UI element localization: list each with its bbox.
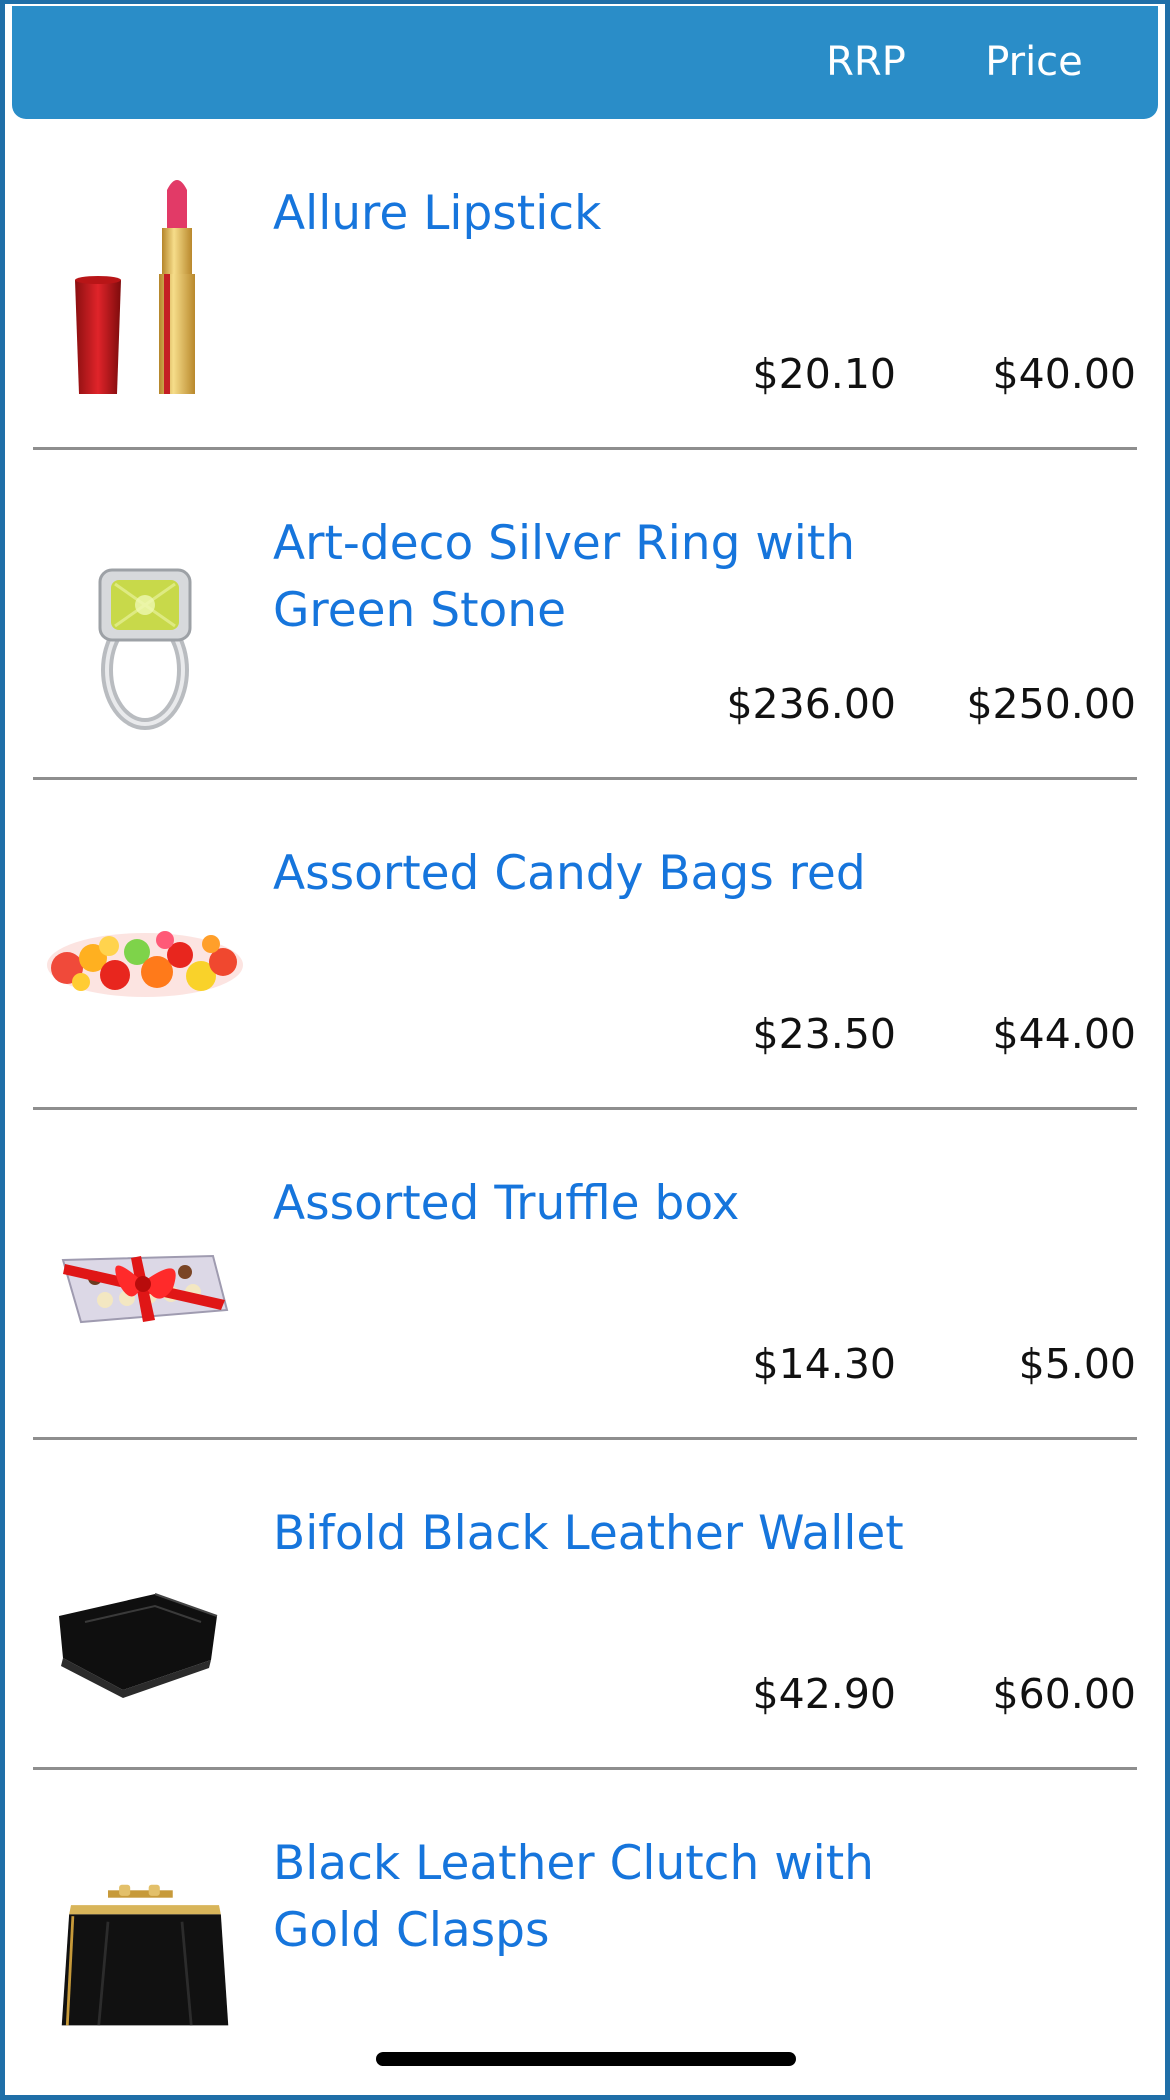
rrp-column-header: RRP — [826, 39, 906, 85]
list-item[interactable]: Bifold Black Leather Wallet $42.90 $60.0… — [0, 1440, 1170, 1770]
product-name[interactable]: Allure Lipstick — [273, 180, 913, 247]
rrp-value: $14.30 — [752, 1340, 896, 1388]
home-indicator[interactable] — [376, 2052, 796, 2066]
price-value: $250.00 — [966, 680, 1136, 728]
list-item[interactable]: Assorted Candy Bags red $23.50 $44.00 — [0, 780, 1170, 1110]
product-name[interactable]: Art-deco Silver Ring with Green Stone — [273, 510, 913, 644]
rrp-value: $236.00 — [726, 680, 896, 728]
truffle-box-image — [61, 1254, 229, 1324]
product-name[interactable]: Assorted Candy Bags red — [273, 840, 913, 907]
price-column-header: Price — [985, 39, 1083, 85]
product-name[interactable]: Black Leather Clutch with Gold Clasps — [273, 1830, 913, 1964]
product-name[interactable]: Assorted Truffle box — [273, 1170, 913, 1237]
price-value: $44.00 — [992, 1010, 1136, 1058]
list-item[interactable]: Art-deco Silver Ring with Green Stone $2… — [0, 450, 1170, 780]
rrp-value: $23.50 — [752, 1010, 896, 1058]
product-list[interactable]: Allure Lipstick $20.10 $40.00 Art-deco S… — [0, 120, 1170, 2100]
column-header-bar: RRP Price — [12, 6, 1158, 119]
lipstick-image — [75, 180, 195, 394]
product-name[interactable]: Bifold Black Leather Wallet — [273, 1500, 913, 1567]
candy-image — [47, 931, 243, 997]
price-value: $60.00 — [992, 1670, 1136, 1718]
silver-ring-image — [98, 568, 192, 730]
list-item[interactable]: Assorted Truffle box $14.30 $5.00 — [0, 1110, 1170, 1440]
rrp-value: $42.90 — [752, 1670, 896, 1718]
list-item[interactable]: Black Leather Clutch with Gold Clasps — [0, 1770, 1170, 2100]
price-value: $5.00 — [1018, 1340, 1136, 1388]
price-value: $40.00 — [992, 350, 1136, 398]
wallet-image — [59, 1593, 218, 1698]
rrp-value: $20.10 — [752, 350, 896, 398]
list-item[interactable]: Allure Lipstick $20.10 $40.00 — [0, 120, 1170, 450]
clutch-image — [61, 1884, 229, 2026]
